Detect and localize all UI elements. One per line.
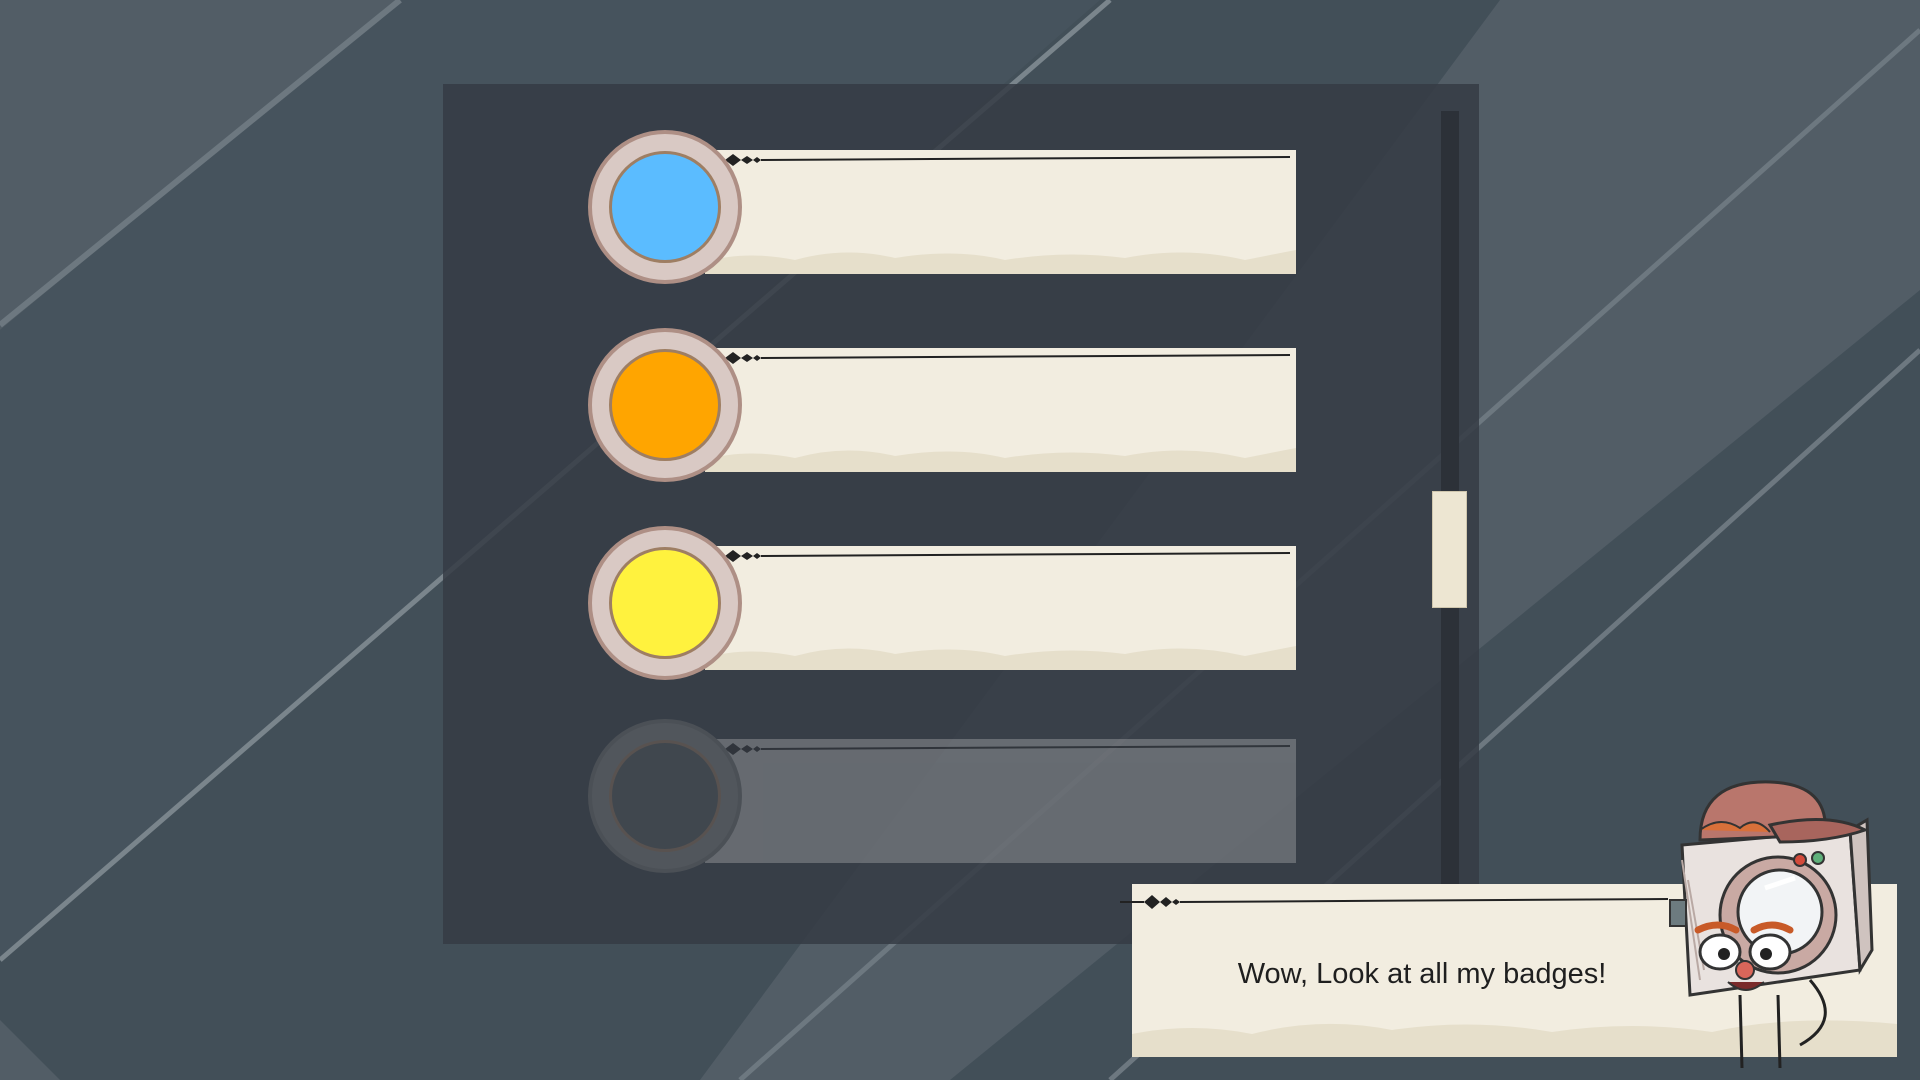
scrollbar-thumb[interactable] [1432, 491, 1467, 608]
badge-gem [609, 349, 721, 461]
badge-coin-icon [588, 130, 742, 284]
dialog-text: Wow, Look at all my badges! [1237, 958, 1607, 990]
dialog-ornament [1120, 895, 1669, 909]
badge-gem [609, 740, 721, 852]
badge-row-2[interactable] [588, 328, 1296, 484]
badge-coin-icon [588, 719, 742, 873]
badge-row-4-locked[interactable] [588, 719, 1296, 875]
character-camera-head [1669, 780, 1874, 1069]
badge-banner [705, 546, 1296, 670]
badge-gem [609, 151, 721, 263]
badge-banner [705, 348, 1296, 472]
badge-coin-icon [588, 526, 742, 680]
badge-gem [609, 547, 721, 659]
badge-row-3[interactable] [588, 526, 1296, 682]
badge-coin-icon [588, 328, 742, 482]
badge-row-1[interactable] [588, 130, 1296, 286]
badge-banner [705, 150, 1296, 274]
badge-banner [705, 739, 1296, 863]
